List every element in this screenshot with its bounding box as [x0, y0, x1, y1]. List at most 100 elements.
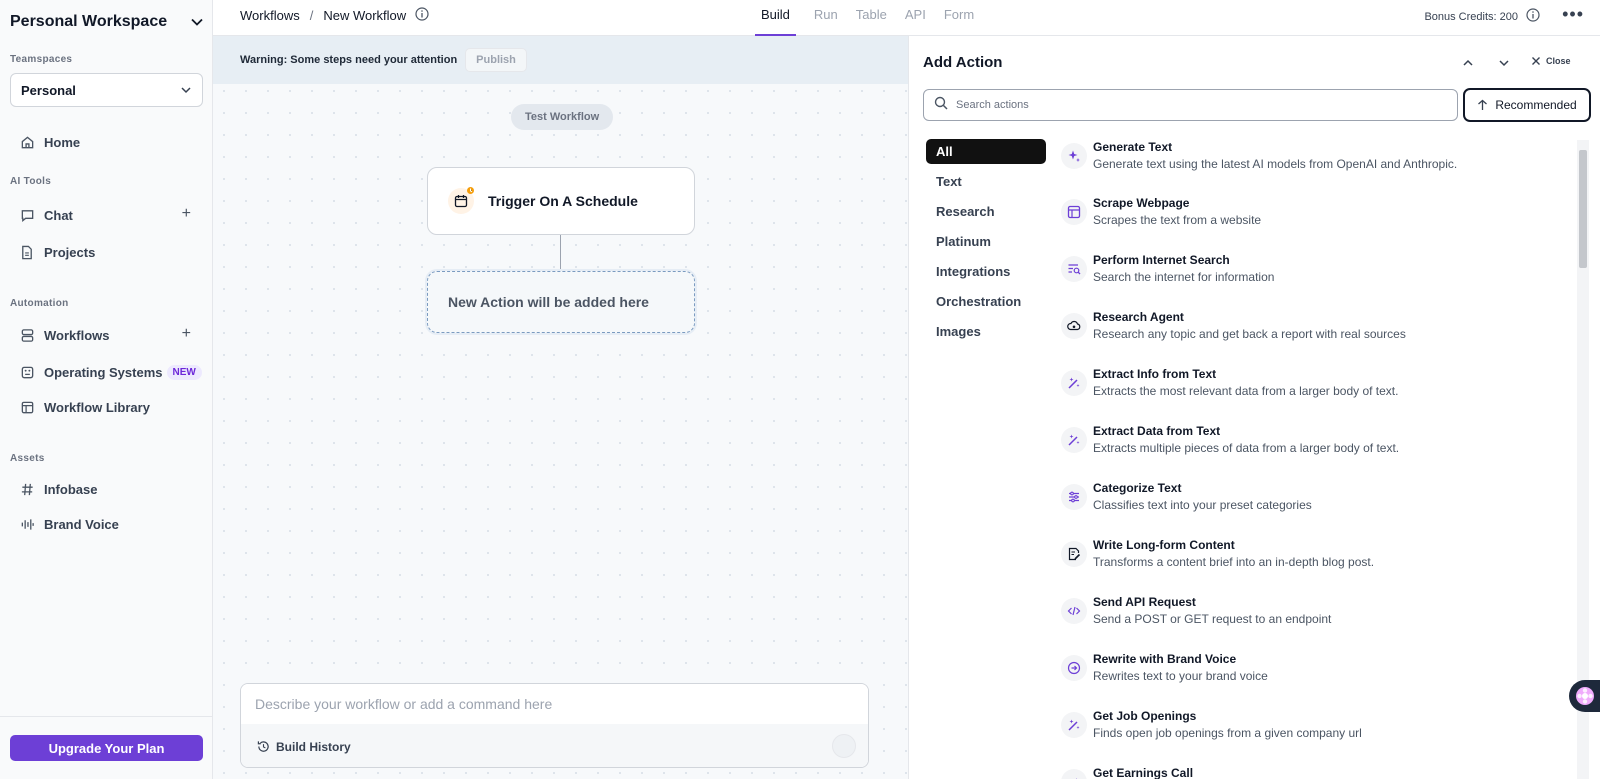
warning-bar: Warning: Some steps need your attention …	[213, 36, 908, 84]
trigger-node[interactable]: Trigger On A Schedule	[427, 167, 695, 235]
action-item[interactable]: Extract Info from Text Extracts the most…	[1061, 367, 1566, 417]
automation-label: Automation	[10, 298, 69, 309]
workflow-tabs: Build Run Table API Form	[755, 0, 992, 36]
sidebar-item-workflow-library[interactable]: Workflow Library	[10, 393, 203, 421]
add-action-panel: Add Action Close Recommended All Text Re…	[908, 36, 1600, 779]
sidebar-item-operating-systems[interactable]: Operating Systems NEW	[10, 358, 203, 386]
info-icon[interactable]	[415, 7, 429, 24]
command-footer: Build History	[241, 724, 868, 767]
chevron-down-icon[interactable]	[1498, 56, 1510, 74]
node-connector	[560, 235, 561, 271]
workspace-switcher[interactable]: Personal Workspace	[10, 12, 204, 32]
tab-run[interactable]: Run	[814, 0, 838, 36]
workspace-title: Personal Workspace	[10, 13, 168, 30]
action-desc: Extracts the most relevant data from a l…	[1093, 384, 1399, 398]
sidebar: Personal Workspace Teamspaces Personal H…	[0, 0, 213, 779]
sidebar-item-chat[interactable]: Chat +	[10, 201, 203, 229]
category-all[interactable]: All	[926, 139, 1046, 164]
action-title: Generate Text	[1093, 140, 1173, 154]
sliders-icon	[1061, 484, 1087, 510]
action-title: Get Earnings Call	[1093, 766, 1194, 779]
sidebar-item-workflows[interactable]: Workflows +	[10, 321, 203, 349]
assistant-launcher-button[interactable]	[1569, 680, 1600, 712]
recommended-sort-button[interactable]: Recommended	[1463, 88, 1591, 122]
category-platinum[interactable]: Platinum	[926, 229, 1046, 254]
credits-text: Bonus Credits: 200	[1424, 10, 1518, 23]
top-bar: Workflows / New Workflow Build Run Table…	[213, 0, 1600, 36]
new-action-placeholder[interactable]: New Action will be added here	[427, 271, 695, 333]
command-input[interactable]	[241, 684, 868, 724]
code-icon	[1061, 598, 1087, 624]
breadcrumb-separator: /	[309, 8, 314, 23]
magic-wand-icon	[1061, 712, 1087, 738]
tab-build[interactable]: Build	[755, 0, 796, 36]
category-images[interactable]: Images	[926, 319, 1046, 344]
sidebar-item-label: Chat	[44, 207, 73, 223]
add-chat-icon[interactable]: +	[182, 205, 191, 223]
action-title: Send API Request	[1093, 595, 1196, 609]
category-research[interactable]: Research	[926, 199, 1046, 224]
upgrade-plan-button[interactable]: Upgrade Your Plan	[10, 735, 203, 761]
action-item[interactable]: Send API Request Send a POST or GET requ…	[1061, 595, 1566, 645]
category-text[interactable]: Text	[926, 169, 1046, 194]
sidebar-divider	[0, 716, 212, 717]
action-item[interactable]: Perform Internet Search Search the inter…	[1061, 253, 1566, 303]
action-desc: Scrapes the text from a website	[1093, 213, 1262, 227]
action-title: Scrape Webpage	[1093, 196, 1190, 210]
sidebar-item-infobase[interactable]: Infobase	[10, 475, 203, 503]
action-item[interactable]: Get Earnings Call	[1061, 766, 1566, 779]
more-options-icon[interactable]: •••	[1562, 4, 1584, 25]
hash-icon	[19, 481, 35, 497]
action-desc: Finds open job openings from a given com…	[1093, 726, 1362, 740]
chevron-down-icon	[191, 18, 203, 26]
trigger-label: Trigger On A Schedule	[488, 193, 638, 209]
magic-wand-icon	[1061, 370, 1087, 396]
sidebar-item-projects[interactable]: Projects	[10, 238, 203, 266]
action-desc: Generate text using the latest AI models…	[1093, 157, 1458, 171]
action-desc: Extracts multiple pieces of data from a …	[1093, 441, 1400, 455]
test-workflow-button[interactable]: Test Workflow	[511, 104, 614, 130]
action-item[interactable]: Categorize Text Classifies text into you…	[1061, 481, 1566, 531]
send-command-button[interactable]	[832, 734, 856, 758]
chevron-up-icon[interactable]	[1462, 56, 1474, 74]
publish-button[interactable]: Publish	[465, 48, 527, 72]
new-badge: NEW	[166, 364, 202, 380]
magic-wand-icon	[1061, 769, 1087, 779]
action-item[interactable]: Generate Text Generate text using the la…	[1061, 140, 1566, 190]
sidebar-item-label: Brand Voice	[44, 516, 119, 532]
action-item[interactable]: Extract Data from Text Extracts multiple…	[1061, 424, 1566, 474]
category-orchestration[interactable]: Orchestration	[926, 289, 1046, 314]
tab-form[interactable]: Form	[944, 0, 974, 36]
sidebar-item-label: Home	[44, 134, 81, 150]
breadcrumb-current: New Workflow	[323, 8, 407, 23]
breadcrumb-workflows[interactable]: Workflows	[240, 8, 300, 23]
sidebar-item-brand-voice[interactable]: Brand Voice	[10, 510, 203, 538]
action-item[interactable]: Rewrite with Brand Voice Rewrites text t…	[1061, 652, 1566, 702]
chevron-down-icon	[181, 87, 191, 94]
action-item[interactable]: Scrape Webpage Scrapes the text from a w…	[1061, 196, 1566, 246]
layout-icon	[1061, 199, 1087, 225]
category-integrations[interactable]: Integrations	[926, 259, 1046, 284]
breadcrumb: Workflows / New Workflow	[240, 7, 429, 24]
sidebar-item-home[interactable]: Home	[10, 128, 203, 156]
close-panel-button[interactable]: Close	[1531, 56, 1571, 66]
info-icon[interactable]	[1526, 8, 1540, 25]
scrollbar-thumb[interactable]	[1579, 150, 1587, 268]
teamspace-select[interactable]: Personal	[10, 73, 203, 107]
action-item[interactable]: Write Long-form Content Transforms a con…	[1061, 538, 1566, 588]
file-icon	[19, 244, 35, 260]
workflow-canvas[interactable]: Warning: Some steps need your attention …	[213, 36, 908, 779]
tab-table[interactable]: Table	[856, 0, 887, 36]
chat-icon	[19, 207, 35, 223]
add-workflow-icon[interactable]: +	[182, 325, 191, 343]
build-history-button[interactable]: Build History	[276, 740, 351, 754]
action-desc: Transforms a content brief into an in-de…	[1093, 555, 1375, 569]
voice-circle-icon	[1061, 655, 1087, 681]
action-item[interactable]: Get Job Openings Finds open job openings…	[1061, 709, 1566, 759]
ai-tools-label: AI Tools	[10, 176, 52, 187]
tab-api[interactable]: API	[905, 0, 926, 36]
action-item[interactable]: Research Agent Research any topic and ge…	[1061, 310, 1566, 360]
new-action-label: New Action will be added here	[448, 294, 649, 310]
assets-label: Assets	[10, 453, 45, 464]
search-actions-input[interactable]	[956, 99, 1436, 111]
